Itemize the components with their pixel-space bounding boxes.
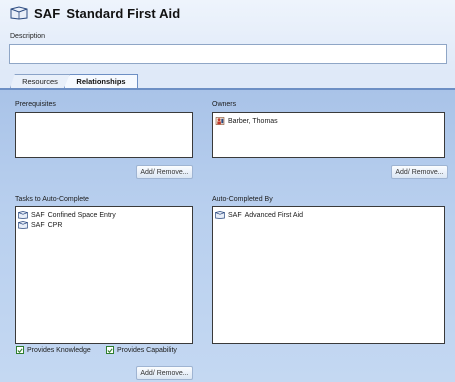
header: SAF Standard First Aid Description (0, 0, 455, 72)
prerequisites-add-remove-button[interactable]: Add/ Remove... (136, 165, 193, 179)
title-code: SAF (34, 5, 61, 21)
title-row: SAF Standard First Aid (10, 3, 180, 23)
description-field[interactable] (9, 44, 447, 64)
owner-name: Barber, Thomas (228, 117, 278, 125)
list-item[interactable]: SAF CPR (16, 220, 192, 230)
description-label: Description (10, 33, 46, 40)
person-icon (215, 117, 225, 125)
page-title: SAF Standard First Aid (34, 6, 180, 21)
task-code: SAF (31, 211, 45, 219)
tab-relationships[interactable]: Relationships (64, 74, 138, 88)
training-icon (18, 221, 28, 229)
relationships-panel: Prerequisites Add/ Remove... Owners Barb… (0, 90, 455, 382)
autocompleted-label: Auto-Completed By (212, 196, 273, 203)
training-icon (18, 211, 28, 219)
checkbox-label: Provides Knowledge (27, 346, 91, 354)
title-name: Standard First Aid (66, 5, 181, 21)
tab-resources[interactable]: Resources (10, 74, 70, 88)
checkbox-label: Provides Capability (117, 346, 177, 354)
tab-bar: Resources Relationships (0, 72, 455, 90)
training-icon (10, 6, 28, 20)
autocompleted-name: Advanced First Aid (244, 211, 303, 219)
owners-label: Owners (212, 101, 237, 108)
prerequisites-list[interactable] (15, 112, 193, 158)
tasks-label: Tasks to Auto-Complete (15, 196, 89, 203)
checkbox-checked-icon (106, 346, 114, 354)
owners-add-remove-button[interactable]: Add/ Remove... (391, 165, 448, 179)
training-icon (215, 211, 225, 219)
provides-knowledge-checkbox[interactable]: Provides Knowledge (16, 346, 91, 354)
owners-list[interactable]: Barber, Thomas (212, 112, 445, 158)
tasks-list[interactable]: SAF Confined Space Entry SAF CPR (15, 206, 193, 344)
prerequisites-label: Prerequisites (15, 101, 56, 108)
checkbox-checked-icon (16, 346, 24, 354)
autocompleted-list[interactable]: SAF Advanced First Aid (212, 206, 445, 344)
task-code: SAF (31, 221, 45, 229)
list-item[interactable]: Barber, Thomas (213, 116, 444, 126)
task-name: CPR (47, 221, 63, 229)
list-item[interactable]: SAF Confined Space Entry (16, 210, 192, 220)
task-name: Confined Space Entry (47, 211, 116, 219)
tasks-add-remove-button[interactable]: Add/ Remove... (136, 366, 193, 380)
list-item[interactable]: SAF Advanced First Aid (213, 210, 444, 220)
autocompleted-code: SAF (228, 211, 242, 219)
provides-capability-checkbox[interactable]: Provides Capability (106, 346, 177, 354)
